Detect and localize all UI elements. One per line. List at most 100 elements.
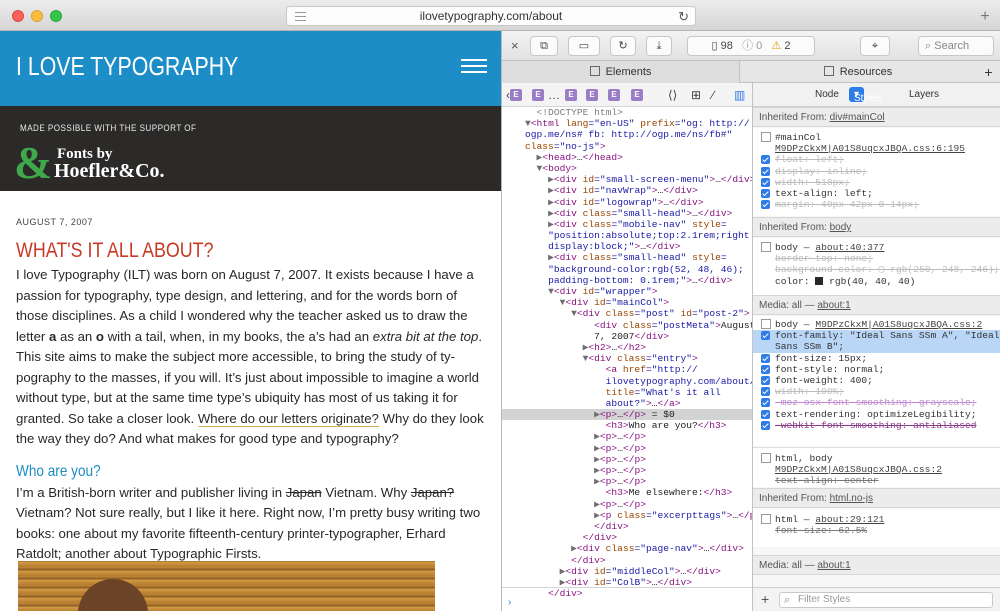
dom-node[interactable]: ▶<div class="small-head" style= [502, 252, 752, 263]
download-icon[interactable]: ⤓ [646, 36, 672, 56]
rule-source[interactable]: M9DPzCkxM|A01S8uqcxJBQA.css:2 [753, 464, 1000, 475]
crumb-element-icon[interactable]: E [608, 89, 620, 101]
dom-node[interactable]: </div> [502, 521, 752, 532]
add-tab-button[interactable]: + [976, 61, 1000, 83]
css-property[interactable]: -moz-osx-font-smoothing: grayscale; [753, 397, 1000, 408]
dom-node[interactable]: ▶<div class="mobile-nav" style= [502, 219, 752, 230]
css-property[interactable]: text-align: left; [753, 188, 1000, 199]
dom-node[interactable]: </div> [502, 555, 752, 566]
dom-node[interactable]: ▶<h2>…</h2> [502, 342, 752, 353]
dom-node[interactable]: <h3>Who are you?</h3> [502, 420, 752, 431]
dom-node[interactable]: title="What's it all [502, 387, 752, 398]
dom-node[interactable]: </div> [502, 532, 752, 543]
dom-node[interactable]: ▶<div class="page-nav">…</div> [502, 543, 752, 554]
console-prompt[interactable]: › [502, 597, 752, 611]
new-tab-button[interactable]: + [976, 9, 994, 27]
tab-node[interactable]: Node [815, 89, 839, 100]
menu-icon[interactable] [461, 59, 487, 75]
dom-node[interactable]: ▶<div id="logowrap">…</div> [502, 197, 752, 208]
checkbox[interactable] [761, 200, 770, 210]
media-link[interactable]: about:1 [817, 300, 850, 311]
curly-braces-icon[interactable]: ⟨⟩ [668, 88, 677, 102]
dom-node[interactable]: class="no-js"> [502, 141, 752, 152]
dom-node[interactable]: ▶<p>…</p> [502, 476, 752, 487]
checkbox[interactable] [761, 331, 770, 341]
dom-node[interactable]: ▼<div id="mainCol"> [502, 297, 752, 308]
css-property[interactable]: -webkit-font-smoothing: antialiased [753, 420, 1000, 431]
dom-node[interactable]: ▶<p class="excerpttags">…</p> [502, 510, 752, 521]
dom-node[interactable]: <div class="postMeta">August [502, 320, 752, 331]
dom-node[interactable]: ▶<p>…</p> [502, 454, 752, 465]
dom-node[interactable]: ▶<div id="navWrap">…</div> [502, 185, 752, 196]
dom-node[interactable]: ▶<div id="small-screen-menu">…</div> [502, 174, 752, 185]
css-property[interactable]: font-size: 62.5% [753, 525, 1000, 536]
inherited-link[interactable]: html.no-js [830, 493, 873, 504]
reload-page-icon[interactable]: ↻ [610, 36, 636, 56]
checkbox[interactable] [761, 353, 770, 363]
crumb-element-icon[interactable]: E [565, 89, 577, 101]
dock-icon[interactable]: ▭ [568, 36, 600, 56]
close-window-button[interactable] [12, 10, 24, 22]
checkbox[interactable] [761, 375, 770, 385]
dom-node[interactable]: about?">…</a> [502, 398, 752, 409]
dom-node[interactable]: ▶<div id="middleCol">…</div> [502, 566, 752, 577]
dom-node[interactable]: 7, 2007</div> [502, 331, 752, 342]
tab-styles[interactable]: Styles ▾ [849, 87, 881, 104]
inherited-link[interactable]: div#mainCol [830, 112, 885, 123]
dom-node[interactable]: </div> [502, 588, 752, 597]
css-property[interactable]: width: 100%; [753, 386, 1000, 397]
site-title[interactable]: I LOVE TYPOGRAPHY [16, 51, 238, 82]
filter-styles-input[interactable]: Filter Styles [779, 592, 993, 608]
search-field[interactable]: ⌕ Search [918, 36, 994, 56]
css-property[interactable]: width: 518px; [753, 177, 1000, 188]
crumb-element-icon[interactable]: E [631, 89, 643, 101]
checkbox[interactable] [761, 166, 770, 176]
minimize-window-button[interactable] [31, 10, 43, 22]
dom-node[interactable]: "background-color:rgb(52, 48, 46); [502, 264, 752, 275]
dom-node[interactable]: ▶<head>…</head> [502, 152, 752, 163]
css-property[interactable]: margin: 40px 42px 0 14px; [753, 199, 1000, 210]
inherited-link[interactable]: body [830, 222, 852, 233]
tab-elements[interactable]: Elements [502, 61, 740, 83]
css-property[interactable]: text-align: center [753, 475, 1000, 486]
tab-layers[interactable]: Layers [909, 89, 939, 100]
address-bar[interactable]: ilovetypography.com/about ↻ [286, 6, 696, 26]
css-property[interactable]: text-rendering: optimizeLegibility; [753, 409, 1000, 420]
activity-status[interactable]: ▯ 98 ⓘ 0 ⚠ 2 [687, 36, 815, 56]
media-link[interactable]: about:1 [817, 560, 850, 571]
css-property[interactable]: display: inline; [753, 166, 1000, 177]
source-link[interactable]: M9DPzCkxM|A01S8uqcxJBQA.css:2 [775, 464, 942, 475]
target-icon[interactable]: ⌖ [860, 36, 890, 56]
css-property[interactable]: float: left; [753, 154, 1000, 165]
crumb-ellipsis[interactable]: … [548, 88, 560, 102]
css-property[interactable]: background-color: ▢ rgb(250, 248, 246); [753, 264, 1000, 275]
css-property[interactable]: font-style: normal; [753, 364, 1000, 375]
dom-node[interactable]: ▶<p>…</p> [502, 465, 752, 476]
dom-node-selected[interactable]: ▶<p>…</p> = $0 [502, 409, 752, 421]
source-link[interactable]: M9DPzCkxM|A01S8uqcxJBQA.css:6:195 [775, 143, 965, 154]
dom-node[interactable]: ▼<div class="post" id="post-2"> [502, 308, 752, 319]
dom-node[interactable]: ▼<body> [502, 163, 752, 174]
css-property-selected[interactable]: font-family: "Ideal Sans SSm A", "Ideal [753, 330, 1000, 342]
crumb-element-icon[interactable]: E [510, 89, 522, 101]
reader-icon[interactable] [295, 12, 306, 21]
detach-icon[interactable]: ⧉ [530, 36, 558, 56]
crumb-element-icon[interactable]: E [586, 89, 598, 101]
source-link[interactable]: about:40:377 [815, 242, 884, 253]
dom-node[interactable]: ▶<p>…</p> [502, 431, 752, 442]
reload-icon[interactable]: ↻ [678, 7, 689, 26]
checkbox[interactable] [761, 188, 770, 198]
dom-node[interactable]: padding-bottom: 0.1rem;">…</div> [502, 275, 752, 286]
tab-resources[interactable]: Resources [740, 61, 976, 83]
crumb-element-icon[interactable]: E [532, 89, 544, 101]
dom-node[interactable]: ogp.me/ns# fb: http://ogp.me/ns/fb#" [502, 129, 752, 140]
checkbox[interactable] [761, 177, 770, 187]
brush-icon[interactable]: ∕ [712, 88, 714, 102]
letters-link[interactable]: Where do our letters originate? [197, 410, 379, 427]
zoom-window-button[interactable] [50, 10, 62, 22]
close-inspector-icon[interactable]: × [511, 38, 519, 53]
dom-node[interactable]: <a href="http:// [502, 364, 752, 375]
dom-node[interactable]: "position:absolute;top:2.1rem;right:0; [502, 230, 752, 241]
dom-node[interactable]: ▼<html lang="en-US" prefix="og: http:// [502, 118, 752, 129]
grid-icon[interactable]: ⊞ [691, 88, 701, 102]
